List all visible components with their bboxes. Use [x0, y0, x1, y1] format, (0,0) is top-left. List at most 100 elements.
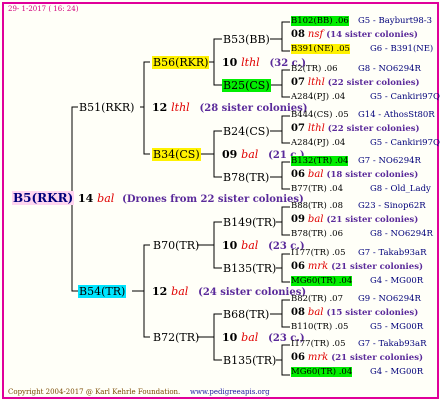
g4-note-7: (21 sister colonies) [331, 353, 423, 363]
g4-gen-4: 09 [291, 214, 305, 225]
g4-gen-row-1: 07 lthl (22 sister colonies) [291, 77, 420, 88]
g4-gen-row-0: 08 nsf (14 sister colonies) [291, 29, 418, 40]
g2-gen-1: 09 [222, 148, 238, 161]
header-date: 29- 1-2017 ( 16: 24) [8, 5, 79, 13]
g4-bot-node-3[interactable]: B77(TR) .04 [291, 184, 343, 194]
g4-gen-row-6: 08 bal (15 sister colonies) [291, 307, 418, 318]
g2-gen-2: 10 [222, 239, 238, 252]
g4-gen-5: 06 [291, 261, 305, 272]
g4-bot-right-1: G5 - Cankiri97Q [370, 92, 440, 102]
g3-node-6[interactable]: B68(TR) [222, 308, 270, 321]
g3-node-7[interactable]: B135(TR) [222, 354, 277, 367]
g4-top-right-6: G9 - NO6294R [358, 294, 421, 304]
g4-bot-right-7: G4 - MG00R [370, 367, 424, 377]
g1-mark-1: bal [171, 285, 189, 298]
g4-mark-3: bal [307, 169, 324, 180]
g4-note-0: (14 sister colonies) [326, 30, 418, 40]
g4-gen-6: 08 [291, 307, 305, 318]
g2-mark-3: bal [241, 331, 259, 344]
g4-top-right-2: G14 - AthosSt80R [358, 110, 435, 120]
g3-node-0[interactable]: B53(BB) [222, 33, 271, 46]
g1-note-1: (24 sister colonies) [198, 287, 307, 298]
g4-bot-right-2: G5 - Cankiri97Q [370, 138, 440, 148]
g3-node-2[interactable]: B24(CS) [222, 125, 271, 138]
g4-top-node-4[interactable]: B88(TR) .08 [291, 201, 343, 211]
g4-mark-1: lthl [307, 77, 325, 88]
g4-bot-right-4: G8 - NO6294R [370, 229, 433, 239]
g3-node-5[interactable]: B135(TR) [222, 262, 277, 275]
g4-gen-0: 08 [291, 29, 305, 40]
g4-mark-4: bal [307, 214, 324, 225]
g4-note-6: (15 sister colonies) [326, 308, 419, 318]
root-generation: 14 bal (Drones from 22 sister colonies) [78, 192, 304, 205]
g4-gen-row-2: 07 lthl (22 sister colonies) [291, 123, 420, 134]
g4-gen-2: 07 [291, 123, 305, 134]
g2-node-3[interactable]: B72(TR) [152, 331, 200, 344]
g1-gen-1: 12 [152, 285, 168, 298]
g4-bot-right-6: G5 - MG00R [370, 322, 424, 332]
footer-copyright: Copyright 2004-2017 @ Karl Kehrle Founda… [8, 388, 181, 396]
g4-bot-node-1[interactable]: A284(PJ) .04 [291, 92, 345, 102]
g4-top-node-3[interactable]: B132(TR) .04 [291, 156, 349, 166]
root-note: (Drones from 22 sister colonies) [122, 194, 304, 205]
g4-top-node-2[interactable]: B444(CS) .05 [291, 110, 349, 120]
g4-gen-1: 07 [291, 77, 305, 88]
g1-node-0[interactable]: B51(RKR) [78, 101, 135, 114]
g4-top-right-0: G5 - Bayburt98-3 [358, 16, 433, 26]
g4-top-right-5: G7 - Takab93aR [358, 248, 427, 258]
g3-node-1[interactable]: B25(CS) [222, 79, 271, 92]
g1-gen-row-0: 12 lthl (28 sister colonies) [152, 101, 308, 114]
g1-gen-row-1: 12 bal (24 sister colonies) [152, 285, 306, 298]
g3-node-4[interactable]: B149(TR) [222, 216, 277, 229]
g4-gen-row-4: 09 bal (21 sister colonies) [291, 214, 418, 225]
g4-gen-row-5: 06 mrk (21 sister colonies) [291, 261, 423, 272]
g1-gen-0: 12 [152, 101, 168, 114]
root-node[interactable]: B5(RKR) [12, 191, 75, 205]
g4-gen-3: 06 [291, 169, 305, 180]
g4-note-3: (18 sister colonies) [326, 170, 419, 180]
g4-note-2: (22 sister colonies) [327, 124, 420, 134]
g4-bot-node-2[interactable]: A284(PJ) .04 [291, 138, 345, 148]
g4-note-1: (22 sister colonies) [327, 78, 420, 88]
g4-mark-5: mrk [307, 261, 329, 272]
root-mark: bal [97, 192, 115, 205]
g4-note-4: (21 sister colonies) [326, 215, 419, 225]
g4-gen-7: 06 [291, 352, 305, 363]
g3-node-3[interactable]: B78(TR) [222, 171, 270, 184]
pedigree-chart: 29- 1-2017 ( 16: 24) Copyright 2004-2017… [0, 0, 440, 400]
g4-top-node-6[interactable]: B82(TR) .07 [291, 294, 343, 304]
g4-top-node-7[interactable]: I177(TR) .05 [291, 339, 346, 349]
g4-gen-row-7: 06 mrk (21 sister colonies) [291, 352, 423, 363]
g4-top-right-4: G23 - Sinop62R [358, 201, 426, 211]
g4-top-node-0[interactable]: B102(BB) .06 [291, 16, 349, 26]
g4-bot-right-5: G4 - MG00R [370, 276, 424, 286]
g2-gen-0: 10 [222, 56, 238, 69]
g4-mark-0: nsf [307, 29, 324, 40]
g2-node-0[interactable]: B56(RKR) [152, 56, 210, 69]
g2-gen-3: 10 [222, 331, 238, 344]
footer-site: www.pedigreeapis.org [190, 388, 270, 396]
g4-bot-node-5[interactable]: MG60(TR) .04 [291, 276, 353, 286]
root-gen: 14 [78, 192, 94, 205]
g4-bot-right-3: G8 - Old_Lady [370, 184, 431, 194]
g4-note-5: (21 sister colonies) [331, 262, 423, 272]
g2-mark-2: bal [241, 239, 259, 252]
g4-bot-right-0: G6 - B391(NE) [370, 44, 434, 54]
g2-node-1[interactable]: B34(CS) [152, 148, 201, 161]
g2-mark-1: bal [241, 148, 259, 161]
g4-gen-row-3: 06 bal (18 sister colonies) [291, 169, 418, 180]
g4-mark-7: mrk [307, 352, 329, 363]
g4-bot-node-0[interactable]: B391(NE) .05 [291, 44, 350, 54]
g4-bot-node-6[interactable]: B110(TR) .05 [291, 322, 348, 332]
g1-node-1[interactable]: B54(TR) [78, 285, 127, 298]
g4-top-node-1[interactable]: B2(TR) .06 [291, 64, 338, 74]
g1-mark-0: lthl [171, 101, 190, 114]
g2-node-2[interactable]: B70(TR) [152, 239, 200, 252]
g4-mark-6: bal [307, 307, 324, 318]
g4-top-right-1: G8 - NO6294R [358, 64, 421, 74]
g4-bot-node-7[interactable]: MG60(TR) .04 [291, 367, 353, 377]
g4-top-node-5[interactable]: I177(TR) .05 [291, 248, 346, 258]
g4-mark-2: lthl [307, 123, 325, 134]
g4-bot-node-4[interactable]: B78(TR) .06 [291, 229, 343, 239]
g4-top-right-3: G7 - NO6294R [358, 156, 421, 166]
